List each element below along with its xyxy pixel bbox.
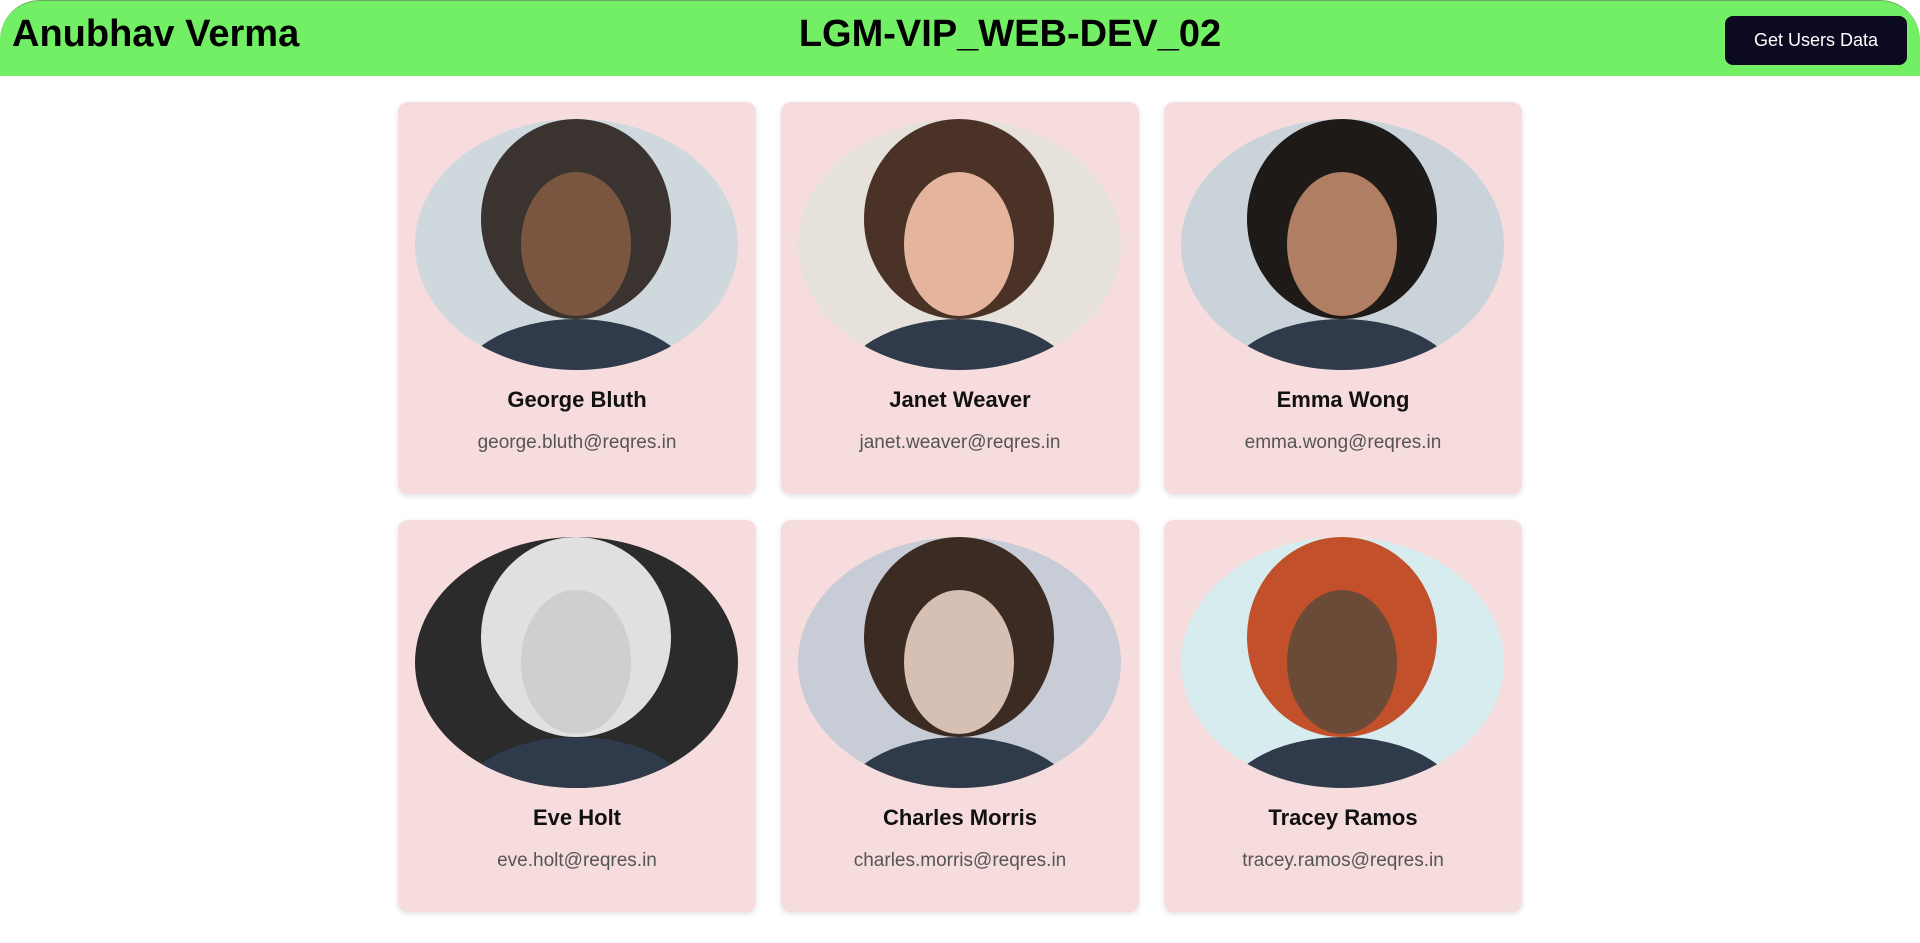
user-name: Eve Holt (532, 805, 622, 830)
user-card: George Bluth george.bluth@reqres.in (398, 102, 756, 494)
user-email: george.bluth@reqres.in (477, 432, 677, 453)
avatar (415, 119, 738, 370)
avatar (1181, 537, 1504, 788)
user-card: Emma Wong emma.wong@reqres.in (1164, 102, 1522, 494)
avatar (798, 119, 1121, 370)
page-title: LGM-VIP_WEB-DEV_02 (798, 13, 1222, 55)
avatar (798, 537, 1121, 788)
user-name: Janet Weaver (889, 387, 1031, 412)
user-card: Charles Morris charles.morris@reqres.in (781, 520, 1139, 912)
user-card: Tracey Ramos tracey.ramos@reqres.in (1164, 520, 1522, 912)
user-card: Janet Weaver janet.weaver@reqres.in (781, 102, 1139, 494)
get-users-data-button[interactable]: Get Users Data (1725, 16, 1907, 65)
user-email: eve.holt@reqres.in (497, 850, 657, 871)
user-name: Emma Wong (1276, 387, 1410, 412)
user-email: janet.weaver@reqres.in (859, 432, 1061, 453)
users-grid: George Bluth george.bluth@reqres.in Jane… (398, 102, 1522, 912)
user-email: charles.morris@reqres.in (853, 850, 1067, 871)
header-bar: Anubhav Verma LGM-VIP_WEB-DEV_02 Get Use… (0, 0, 1920, 76)
user-email: emma.wong@reqres.in (1244, 432, 1442, 453)
user-name: George Bluth (507, 387, 647, 412)
user-email: tracey.ramos@reqres.in (1242, 850, 1444, 871)
avatar (1181, 119, 1504, 370)
user-card: Eve Holt eve.holt@reqres.in (398, 520, 756, 912)
user-name: Tracey Ramos (1268, 805, 1418, 830)
avatar (415, 537, 738, 788)
user-name: Charles Morris (882, 805, 1038, 830)
